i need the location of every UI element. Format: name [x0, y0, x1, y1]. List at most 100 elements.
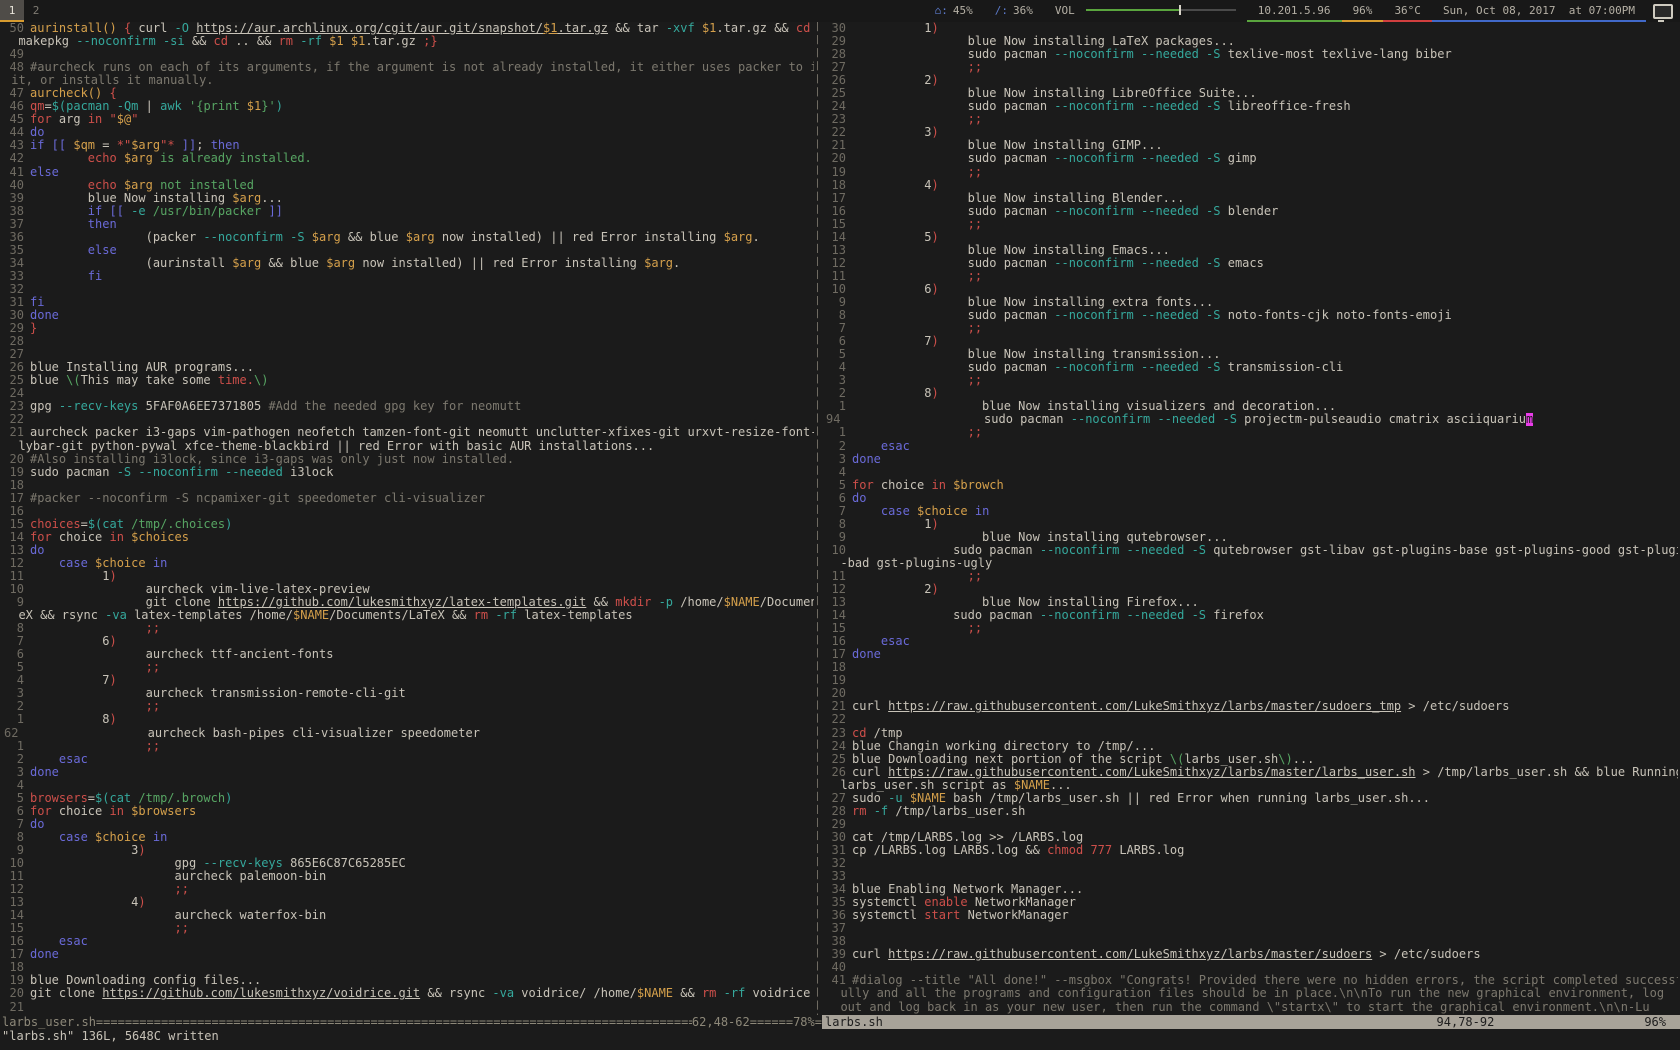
code-row[interactable]: 29	[824, 818, 1678, 831]
code-row[interactable]: 33	[824, 870, 1678, 883]
code-row[interactable]: 13 blue Now installing Emacs...	[824, 244, 1678, 257]
code-row[interactable]: 45for arg in "$@"	[2, 113, 814, 126]
code-row[interactable]: 9 git clone https://github.com/lukesmith…	[2, 596, 814, 609]
code-row[interactable]: lybar-git python-pywal xfce-theme-blackb…	[2, 440, 814, 453]
code-row[interactable]: 94 sudo pacman --noconfirm --needed -S p…	[824, 413, 1678, 426]
code-row[interactable]: 62 aurcheck bash-pipes cli-visualizer sp…	[2, 727, 814, 740]
code-row[interactable]: 38	[824, 935, 1678, 948]
workspace-2[interactable]: 2	[24, 0, 48, 22]
code-row[interactable]: 11 ;;	[824, 570, 1678, 583]
code-row[interactable]: 14for choice in $choices	[2, 531, 814, 544]
code-row[interactable]: 15 ;;	[2, 922, 814, 935]
code-row[interactable]: 46qm=$(pacman -Qm | awk '{print $1}')	[2, 100, 814, 113]
code-row[interactable]: 14 sudo pacman --noconfirm --needed -S f…	[824, 609, 1678, 622]
code-row[interactable]: 12 2)	[824, 583, 1678, 596]
code-row[interactable]: 21curl https://raw.githubusercontent.com…	[824, 700, 1678, 713]
code-row[interactable]: 23gpg --recv-keys 5FAF0A6EE7371805 #Add …	[2, 400, 814, 413]
code-row[interactable]: 27 ;;	[824, 61, 1678, 74]
code-row[interactable]: 41else	[2, 166, 814, 179]
code-row[interactable]: 6 7)	[824, 335, 1678, 348]
code-row[interactable]: 37 then	[2, 218, 814, 231]
code-row[interactable]: 35systemctl enable NetworkManager	[824, 896, 1678, 909]
code-row[interactable]: 28	[2, 335, 814, 348]
code-row[interactable]: 8 1)	[824, 518, 1678, 531]
volume-handle[interactable]	[1179, 5, 1181, 15]
code-row[interactable]: 42 echo $arg is already installed.	[2, 152, 814, 165]
code-row[interactable]: 39 blue Now installing $arg...	[2, 192, 814, 205]
code-row[interactable]: 22	[2, 413, 814, 426]
code-row[interactable]: 18	[824, 661, 1678, 674]
code-row[interactable]: 30 1)	[824, 22, 1678, 35]
code-row[interactable]: 38 if [[ -e /usr/bin/packer ]]	[2, 205, 814, 218]
code-row[interactable]: 18	[2, 479, 814, 492]
code-row[interactable]: 11 ;;	[824, 270, 1678, 283]
code-row[interactable]: 3done	[2, 766, 814, 779]
code-row[interactable]: 10 aurcheck vim-live-latex-preview	[2, 583, 814, 596]
code-row[interactable]: 3 ;;	[824, 374, 1678, 387]
code-row[interactable]: 21 blue Now installing GIMP...	[824, 139, 1678, 152]
code-row[interactable]: 22	[824, 713, 1678, 726]
code-row[interactable]: 14 aurcheck waterfox-bin	[2, 909, 814, 922]
code-row[interactable]: 15choices=$(cat /tmp/.choices)	[2, 518, 814, 531]
vim-left-pane[interactable]: 50aurinstall() { curl -O https://aur.arc…	[0, 22, 814, 1015]
code-row[interactable]: 28rm -f /tmp/larbs_user.sh	[824, 805, 1678, 818]
code-row[interactable]: 29}	[2, 322, 814, 335]
code-row[interactable]: 31cp /LARBS.log LARBS.log && chmod 777 L…	[824, 844, 1678, 857]
code-row[interactable]: 36systemctl start NetworkManager	[824, 909, 1678, 922]
workspace-1[interactable]: 1	[0, 0, 24, 22]
code-row[interactable]: 25blue Downloading next portion of the s…	[824, 753, 1678, 766]
code-row[interactable]: 12 case $choice in	[2, 557, 814, 570]
code-row[interactable]: 20 sudo pacman --noconfirm --needed -S g…	[824, 152, 1678, 165]
code-row[interactable]: 22 3)	[824, 126, 1678, 139]
code-row[interactable]: 2 8)	[824, 387, 1678, 400]
code-row[interactable]: 9 blue Now installing extra fonts...	[824, 296, 1678, 309]
code-row[interactable]: 13 4)	[2, 896, 814, 909]
code-row[interactable]: 48#aurcheck runs on each of its argument…	[2, 61, 814, 74]
code-row[interactable]: 9 3)	[2, 844, 814, 857]
code-row[interactable]: 25 blue Now installing LibreOffice Suite…	[824, 87, 1678, 100]
code-row[interactable]: 10 gpg --recv-keys 865E6C87C65285EC	[2, 857, 814, 870]
code-row[interactable]: 5 blue Now installing transmission...	[824, 348, 1678, 361]
code-row[interactable]: 40 echo $arg not installed	[2, 179, 814, 192]
code-row[interactable]: 41#dialog --title "All done!" --msgbox "…	[824, 974, 1678, 987]
code-row[interactable]: 6 aurcheck ttf-ancient-fonts	[2, 648, 814, 661]
code-row[interactable]: 26curl https://raw.githubusercontent.com…	[824, 766, 1678, 779]
code-row[interactable]: 4	[2, 779, 814, 792]
code-row[interactable]: 5for choice in $browch	[824, 479, 1678, 492]
code-row[interactable]: 40	[824, 961, 1678, 974]
code-row[interactable]: eX && rsync -va latex-templates /home/$N…	[2, 609, 814, 622]
code-row[interactable]: 30cat /tmp/LARBS.log >> /LARBS.log	[824, 831, 1678, 844]
code-row[interactable]: 19blue Downloading config files...	[2, 974, 814, 987]
code-row[interactable]: 6do	[824, 492, 1678, 505]
vim-right-pane[interactable]: 30 1)29 blue Now installing LaTeX packag…	[822, 22, 1678, 1015]
code-row[interactable]: 7 6)	[2, 635, 814, 648]
code-row[interactable]: 5browsers=$(cat /tmp/.browch)	[2, 792, 814, 805]
code-row[interactable]: 2 esac	[824, 440, 1678, 453]
monitor-tray-icon[interactable]	[1653, 4, 1673, 19]
vertical-split-separator[interactable]	[814, 22, 822, 1015]
code-row[interactable]: 4 sudo pacman --noconfirm --needed -S tr…	[824, 361, 1678, 374]
code-row[interactable]: 12 ;;	[2, 883, 814, 896]
code-row[interactable]: 23 ;;	[824, 113, 1678, 126]
code-row[interactable]: 3done	[824, 453, 1678, 466]
code-row[interactable]: 19sudo pacman -S --noconfirm --needed i3…	[2, 466, 814, 479]
code-row[interactable]: 8 sudo pacman --noconfirm --needed -S no…	[824, 309, 1678, 322]
code-row[interactable]: 17done	[824, 648, 1678, 661]
code-row[interactable]: 18	[2, 961, 814, 974]
code-row[interactable]: 39curl https://raw.githubusercontent.com…	[824, 948, 1678, 961]
code-row[interactable]: ully and all the programs and configurat…	[824, 987, 1678, 1000]
code-row[interactable]: 29 blue Now installing LaTeX packages...	[824, 35, 1678, 48]
code-row[interactable]: 11 1)	[2, 570, 814, 583]
code-row[interactable]: 10 sudo pacman --noconfirm --needed -S q…	[824, 544, 1678, 557]
code-row[interactable]: out and log back in as your new user, th…	[824, 1001, 1678, 1014]
code-row[interactable]: it, or installs it manually.	[2, 74, 814, 87]
code-row[interactable]: 33 fi	[2, 270, 814, 283]
code-row[interactable]: 23cd /tmp	[824, 727, 1678, 740]
code-row[interactable]: 6for choice in $browsers	[2, 805, 814, 818]
code-row[interactable]: 37	[824, 922, 1678, 935]
code-row[interactable]: -bad gst-plugins-ugly	[824, 557, 1678, 570]
code-row[interactable]: 21	[2, 1001, 814, 1014]
code-row[interactable]: 1 8)	[2, 713, 814, 726]
code-row[interactable]: 12 sudo pacman --noconfirm --needed -S e…	[824, 257, 1678, 270]
code-row[interactable]: 19 ;;	[824, 166, 1678, 179]
